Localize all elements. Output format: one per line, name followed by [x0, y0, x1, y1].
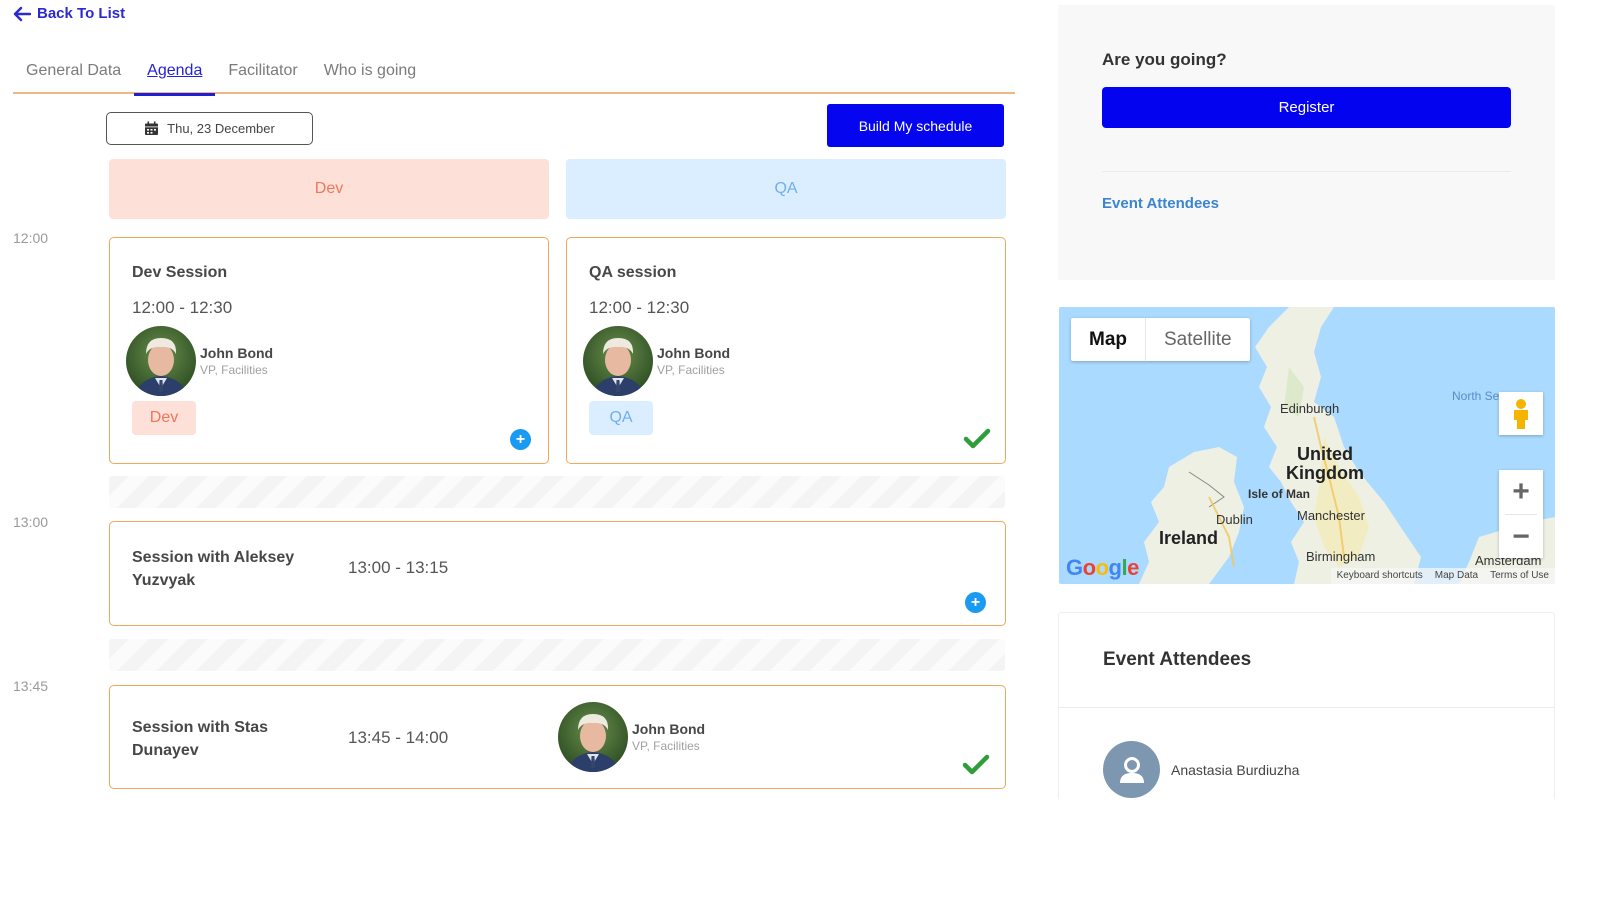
- zoom-out-button[interactable]: −: [1499, 515, 1543, 559]
- tab-who-is-going[interactable]: Who is going: [311, 58, 430, 94]
- attendees-heading: Event Attendees: [1059, 613, 1554, 708]
- divider: [1102, 171, 1511, 172]
- break-slot: [109, 639, 1005, 671]
- map-label-manchester: Manchester: [1297, 508, 1365, 523]
- map-label-edinburgh: Edinburgh: [1280, 401, 1340, 416]
- added-checkmark-icon[interactable]: [962, 754, 990, 776]
- zoom-in-button[interactable]: +: [1499, 470, 1543, 514]
- add-to-schedule-icon[interactable]: +: [965, 592, 986, 613]
- session-card[interactable]: Session with Aleksey Yuzvyak 13:00 - 13:…: [109, 521, 1006, 626]
- map-label-uk-line1: United: [1297, 444, 1353, 464]
- map-data-link[interactable]: Map Data: [1429, 568, 1484, 584]
- session-time: 13:00 - 13:15: [348, 558, 449, 577]
- back-to-list-link[interactable]: Back To List: [13, 5, 125, 22]
- terms-of-use-link[interactable]: Terms of Use: [1484, 568, 1555, 584]
- attendee-name: Anastasia Burdiuzha: [1171, 761, 1300, 778]
- event-attendees-link[interactable]: Event Attendees: [1102, 195, 1219, 212]
- register-button[interactable]: Register: [1102, 87, 1511, 128]
- session-card-dev[interactable]: Dev Session 12:00 - 12:30 John Bond VP, …: [109, 237, 549, 464]
- break-slot: [109, 476, 1005, 508]
- map-type-map[interactable]: Map: [1071, 318, 1146, 361]
- added-checkmark-icon[interactable]: [963, 428, 991, 450]
- map-type-toggle: Map Satellite: [1071, 318, 1250, 361]
- map[interactable]: Map Satellite Edinburgh United Kingdom Is…: [1059, 307, 1555, 584]
- tab-general-data[interactable]: General Data: [13, 58, 134, 94]
- tab-bar: General Data Agenda Facilitator Who is g…: [13, 58, 1015, 96]
- map-label-ireland: Ireland: [1159, 528, 1219, 548]
- add-to-schedule-icon[interactable]: +: [510, 429, 531, 450]
- session-card[interactable]: Session with Stas Dunayev 13:45 - 14:00 …: [109, 685, 1006, 789]
- time-label: 12:00: [13, 230, 49, 246]
- track-tag-qa: QA: [589, 401, 653, 435]
- map-footer: Keyboard shortcuts Map Data Terms of Use: [1330, 568, 1555, 584]
- map-label-dublin: Dublin: [1216, 512, 1253, 527]
- session-title: Session with Stas Dunayev: [132, 719, 269, 759]
- session-time: 12:00 - 12:30: [132, 298, 233, 317]
- speaker-name: John Bond: [632, 721, 706, 737]
- track-header-qa: QA: [566, 159, 1006, 219]
- session-title: Session with Aleksey Yuzvyak: [132, 549, 295, 589]
- speaker-role: VP, Facilities: [200, 363, 268, 377]
- time-label: 13:00: [13, 514, 49, 530]
- speaker-avatar: [126, 326, 196, 396]
- speaker[interactable]: John Bond VP, Facilities: [126, 326, 273, 396]
- registration-panel: Are you going? Register Event Attendees: [1058, 5, 1555, 280]
- session-time: 12:00 - 12:30: [589, 298, 690, 317]
- date-value: Thu, 23 December: [167, 121, 275, 136]
- attendee-item[interactable]: Anastasia Burdiuzha: [1103, 741, 1299, 798]
- map-label-isle-of-man: Isle of Man: [1248, 487, 1311, 501]
- google-logo: Google: [1066, 555, 1139, 580]
- speaker-role: VP, Facilities: [657, 363, 725, 377]
- session-title: Dev Session: [132, 264, 228, 281]
- map-type-satellite[interactable]: Satellite: [1146, 318, 1250, 361]
- time-label: 13:45: [13, 678, 49, 694]
- page-bottom-whitespace: [0, 799, 1600, 899]
- speaker-avatar: [583, 326, 653, 396]
- speaker-name: John Bond: [657, 345, 731, 361]
- session-time: 13:45 - 14:00: [348, 728, 449, 747]
- arrow-left-icon: [13, 6, 31, 21]
- map-zoom-control: + −: [1499, 470, 1543, 558]
- street-view-pegman-icon[interactable]: [1499, 392, 1543, 435]
- user-avatar-icon: [1103, 741, 1160, 798]
- map-label-uk: United Kingdom: [1286, 445, 1364, 483]
- keyboard-shortcuts-link[interactable]: Keyboard shortcuts: [1331, 568, 1429, 584]
- build-my-schedule-button[interactable]: Build My schedule: [827, 104, 1004, 147]
- track-tag-dev: Dev: [132, 401, 196, 435]
- track-header-dev: Dev: [109, 159, 549, 219]
- tab-agenda[interactable]: Agenda: [134, 58, 216, 96]
- back-to-list-label: Back To List: [37, 5, 126, 22]
- calendar-icon: [145, 121, 159, 135]
- attendees-panel: Event Attendees Anastasia Burdiuzha: [1058, 612, 1555, 812]
- map-label-birmingham: Birmingham: [1306, 549, 1376, 564]
- date-picker[interactable]: Thu, 23 December: [106, 112, 313, 145]
- session-card-qa[interactable]: QA session 12:00 - 12:30 John Bond VP, F…: [566, 237, 1006, 464]
- map-label-north-sea: North Se: [1452, 389, 1500, 403]
- session-title: QA session: [589, 264, 677, 281]
- speaker-role: VP, Facilities: [632, 739, 700, 753]
- tab-facilitator[interactable]: Facilitator: [215, 58, 310, 94]
- speaker-name: John Bond: [200, 345, 274, 361]
- speaker[interactable]: John Bond VP, Facilities: [558, 702, 705, 772]
- speaker-avatar: [558, 702, 628, 772]
- speaker[interactable]: John Bond VP, Facilities: [583, 326, 730, 396]
- are-you-going-heading: Are you going?: [1102, 50, 1227, 69]
- map-label-uk-line2: Kingdom: [1286, 463, 1364, 483]
